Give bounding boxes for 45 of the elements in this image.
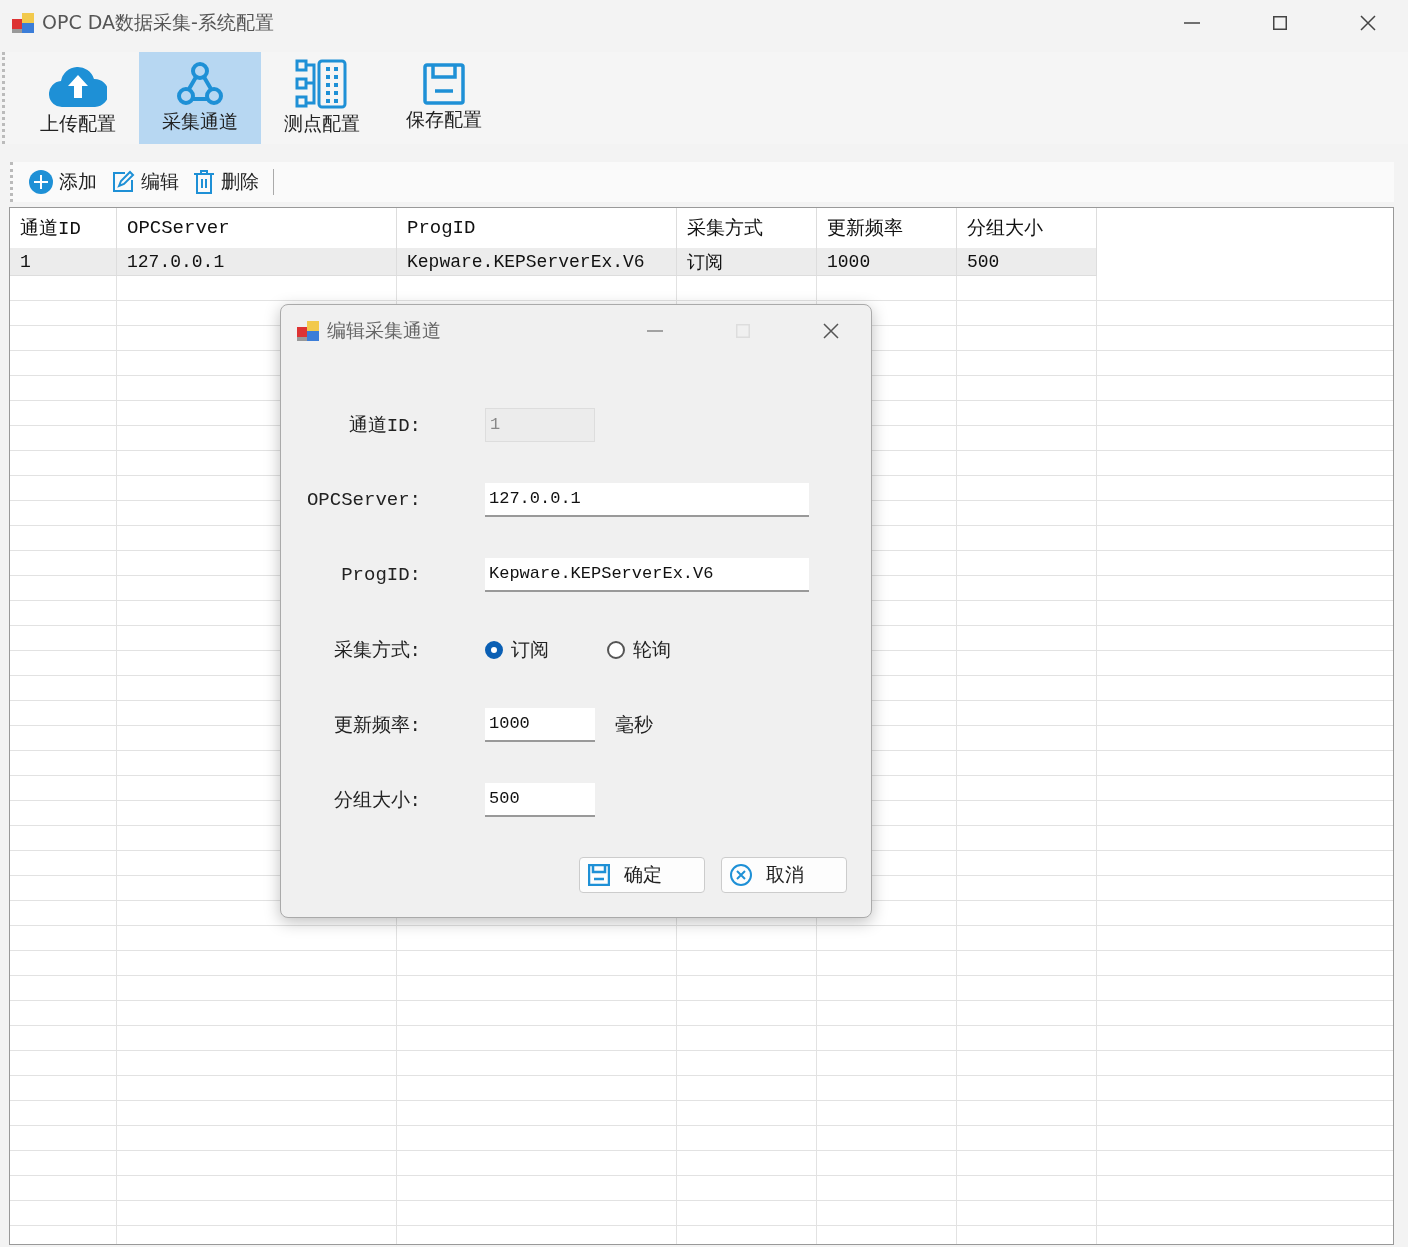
field-label: OPCServer:: [305, 488, 421, 511]
window-title: OPC DA数据采集-系统配置: [42, 10, 275, 35]
unit-label: 毫秒: [615, 711, 653, 737]
field-label: 采集方式:: [332, 638, 421, 663]
radio-icon[interactable]: [485, 640, 503, 659]
edit-icon: [111, 170, 135, 194]
radio-option[interactable]: 轮询: [607, 636, 671, 663]
ribbon-tab[interactable]: 测点配置: [261, 52, 383, 144]
ribbon-tab[interactable]: 采集通道: [139, 52, 261, 144]
ribbon-tab[interactable]: 上传配置: [17, 52, 139, 144]
ribbon-tab[interactable]: 保存配置: [383, 52, 505, 144]
field-label: ProgID:: [340, 563, 421, 586]
radio-label: 订阅: [511, 636, 549, 662]
input-field[interactable]: 500: [485, 782, 595, 817]
radio-icon[interactable]: [607, 640, 625, 659]
plus-circle-icon: [29, 170, 53, 194]
input-field[interactable]: Kepware.KEPServerEx.V6: [485, 557, 809, 592]
cancel-circle-icon: [730, 864, 752, 886]
list-nodes-icon: [295, 59, 349, 109]
field-label: 更新频率:: [332, 713, 421, 738]
input-field[interactable]: 1000: [485, 707, 595, 742]
table-cell: 1000: [817, 248, 957, 276]
radio-option[interactable]: 订阅: [485, 636, 549, 663]
field-label: 分组大小:: [332, 788, 421, 813]
input-field[interactable]: 127.0.0.1: [485, 482, 809, 517]
toolbar-button[interactable]: 删除: [193, 169, 259, 195]
app-icon: [12, 13, 34, 33]
field-label: 通道ID:: [347, 413, 421, 438]
maximize-icon[interactable]: [1273, 16, 1287, 30]
table-cell: 127.0.0.1: [117, 248, 397, 276]
trash-icon: [193, 170, 215, 194]
table-cell: 500: [957, 248, 1097, 276]
cancel-button[interactable]: 取消: [721, 857, 847, 893]
confirm-button[interactable]: 确定: [579, 857, 705, 893]
toolbar-button[interactable]: 编辑: [111, 169, 179, 195]
close-icon[interactable]: [1360, 15, 1376, 31]
dialog-title: 编辑采集通道: [327, 318, 442, 343]
table-cell: 1: [10, 248, 117, 276]
radio-label: 轮询: [633, 636, 671, 662]
table-cell: 订阅: [677, 248, 817, 276]
table-cell: Kepware.KEPServerEx.V6: [397, 248, 677, 276]
close-icon[interactable]: [823, 323, 839, 339]
network-icon: [177, 61, 223, 107]
toolbar-button[interactable]: 添加: [29, 169, 97, 195]
app-icon: [297, 321, 319, 341]
